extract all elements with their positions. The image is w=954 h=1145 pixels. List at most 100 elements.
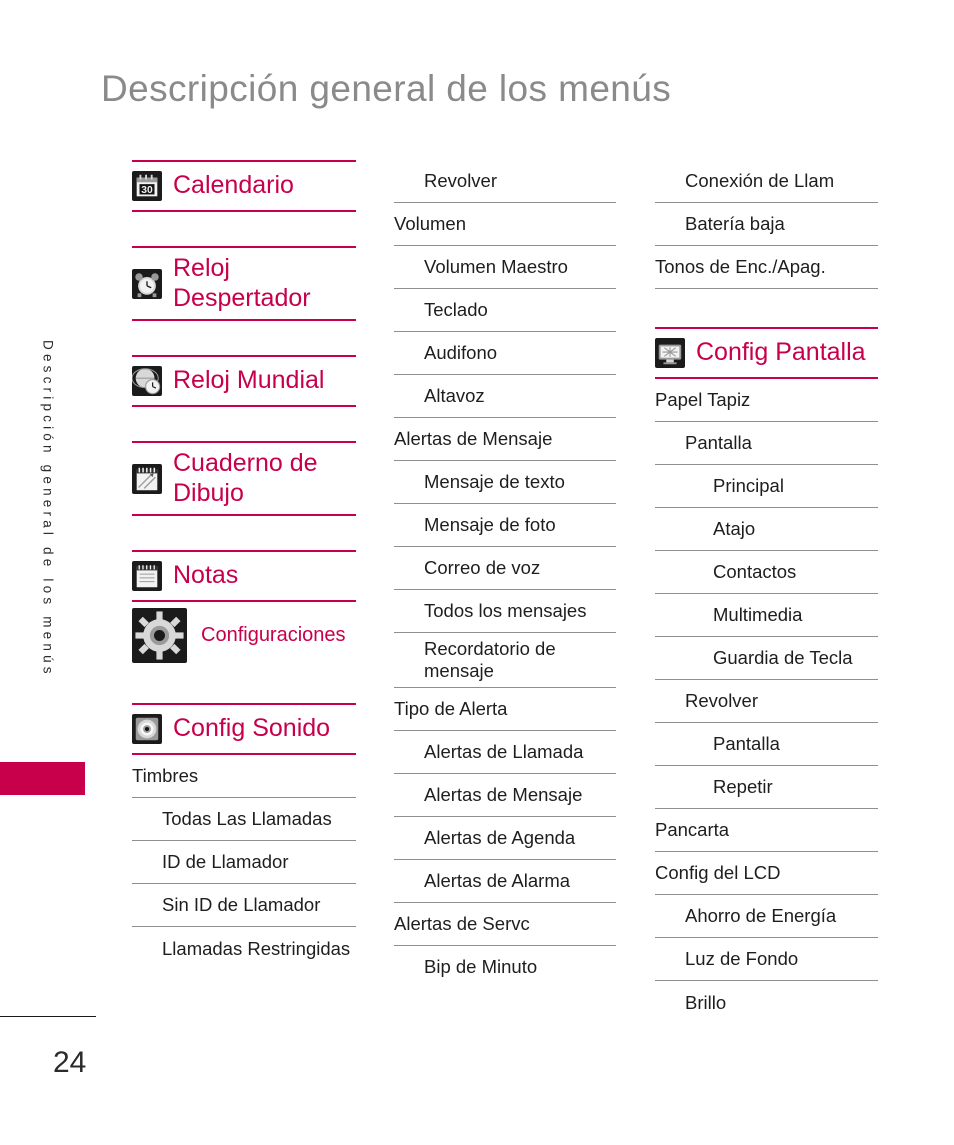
menu-item-label: Conexión de Llam [685,170,835,192]
menu-item-row: Config del LCD [655,852,878,895]
menu-item-label: Pantalla [685,432,752,454]
menu-item-row: Batería baja [655,203,878,246]
menu-item-label: Tipo de Alerta [394,697,508,719]
page-number: 24 [53,1046,87,1079]
menu-item-label: Timbres [132,765,199,787]
svg-text:30: 30 [141,185,153,196]
menu-item-row: ID de Llamador [132,841,356,884]
menu-item-row: Volumen [394,203,616,246]
menu-item-label: Mensaje de texto [424,471,565,493]
menu-item-label: Revolver [685,690,758,712]
menu-item-row: Alertas de Mensaje [394,774,616,817]
manual-page: Descripción general de los menús Descrip… [0,0,954,1145]
menu-item-row: Alertas de Mensaje [394,418,616,461]
menu-item-label: Batería baja [685,213,785,235]
menu-section-header: Config Sonido [132,703,356,755]
menu-item-label: Guardia de Tecla [713,647,853,669]
menu-item-row: Guardia de Tecla [655,637,878,680]
menu-item-row: Tipo de Alerta [394,688,616,731]
menu-item-label: Teclado [424,299,488,321]
menu-item-label: ID de Llamador [162,851,289,873]
running-head-text: Descripción general de los menús [40,340,56,678]
menu-item-label: Bip de Minuto [424,956,538,978]
menu-item-label: Mensaje de foto [424,514,556,536]
menu-item-row: Correo de voz [394,547,616,590]
menu-section-label: Cuaderno de Dibujo [173,449,318,507]
menu-item-label: Alertas de Agenda [424,826,576,848]
menu-section-label: Notas [173,561,239,590]
menu-item-label: Alertas de Servc [394,912,530,934]
menu-item-label: Todos los mensajes [424,600,587,622]
menu-item-label: Volumen [394,213,466,235]
menu-item-label: Altavoz [424,385,485,407]
running-head-rail: Descripción general de los menús [0,340,96,810]
menu-item-row: Principal [655,465,878,508]
menu-item-label: Config del LCD [655,862,781,884]
menu-item-label: Recordatorio de mensaje [424,638,556,681]
menu-item-label: Pancarta [655,819,730,841]
menu-section-header: Configuraciones [132,602,356,669]
menu-item-row: Contactos [655,551,878,594]
folio-divider [0,1016,96,1017]
menu-section-label: Config Pantalla [696,338,866,367]
section-thumb-tab [0,762,85,795]
sketchpad-icon [132,463,162,494]
menu-section-header: 30 Calendario [132,160,356,212]
menu-item-row: Revolver [394,160,616,203]
menu-item-row: Mensaje de foto [394,504,616,547]
menu-item-label: Volumen Maestro [424,256,568,278]
menu-section-label: Configuraciones [201,623,346,646]
notepad-icon [132,561,162,591]
menu-item-label: Brillo [685,991,727,1013]
menu-item-label: Sin ID de Llamador [162,894,321,916]
menu-column-1: 30 Calendario Reloj Despertador Reloj Mu… [132,160,356,970]
menu-item-row: Bip de Minuto [394,946,616,989]
menu-item-label: Ahorro de Energía [685,905,837,927]
menu-item-label: Alertas de Llamada [424,740,584,762]
menu-item-label: Luz de Fondo [685,948,799,970]
menu-item-label: Correo de voz [424,557,541,579]
menu-section-label: Config Sonido [173,714,331,743]
menu-item-row: Todos los mensajes [394,590,616,633]
menu-section-header: Reloj Mundial [132,355,356,407]
display-icon [655,338,685,368]
menu-item-row: Timbres [132,755,356,798]
menu-item-row: Todas Las Llamadas [132,798,356,841]
menu-item-label: Multimedia [713,604,803,626]
menu-item-label: Repetir [713,776,773,798]
menu-item-label: Alertas de Mensaje [394,428,553,450]
menu-item-row: Pantalla [655,723,878,766]
menu-item-row: Alertas de Servc [394,903,616,946]
menu-item-label: Revolver [424,170,497,192]
menu-column-2: Revolver Volumen Volumen Maestro Teclado Aud… [394,160,616,989]
speaker-icon [132,714,162,744]
menu-item-label: Papel Tapiz [655,389,751,411]
menu-item-row: Alertas de Agenda [394,817,616,860]
menu-item-row: Llamadas Restringidas [132,927,356,970]
menu-item-row: Mensaje de texto [394,461,616,504]
menu-item-row: Papel Tapiz [655,379,878,422]
menu-item-row: Audifono [394,332,616,375]
menu-item-row: Pancarta [655,809,878,852]
gear-icon [132,608,187,663]
menu-item-label: Atajo [713,518,756,540]
menu-item-label: Pantalla [713,733,780,755]
menu-item-row: Altavoz [394,375,616,418]
menu-item-row: Volumen Maestro [394,246,616,289]
menu-item-row: Tonos de Enc./Apag. [655,246,878,289]
menu-item-row: Multimedia [655,594,878,637]
menu-item-row: Sin ID de Llamador [132,884,356,927]
alarm-clock-icon [132,268,162,299]
menu-item-row: Luz de Fondo [655,938,878,981]
calendar-icon: 30 [132,171,162,201]
menu-item-label: Tonos de Enc./Apag. [655,256,826,278]
menu-item-label: Contactos [713,561,797,583]
menu-item-row: Revolver [655,680,878,723]
menu-item-label: Alertas de Mensaje [424,783,583,805]
menu-item-row: Alertas de Alarma [394,860,616,903]
menu-item-row: Recordatorio de mensaje [394,633,616,688]
